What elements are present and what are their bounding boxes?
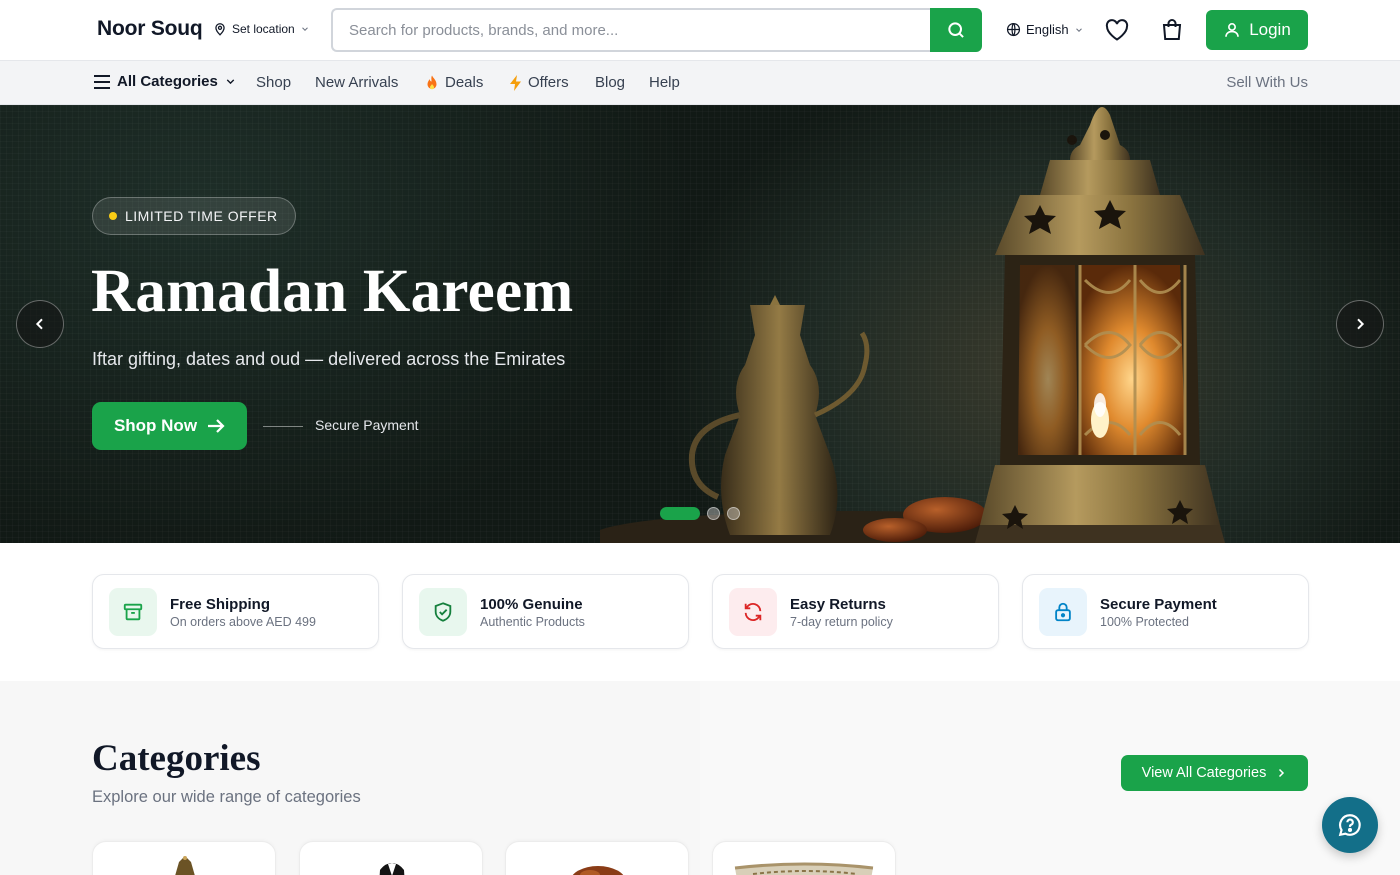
categories-title: Categories	[92, 738, 261, 779]
hero-divider	[263, 426, 303, 427]
nav-help[interactable]: Help	[649, 74, 680, 91]
dates-thumbnail	[572, 866, 624, 875]
globe-icon	[1006, 22, 1021, 37]
abaya-thumbnail	[379, 863, 405, 875]
map-pin-icon	[215, 23, 225, 36]
lock-icon	[1055, 602, 1071, 622]
lightning-icon	[510, 74, 521, 91]
shop-now-button[interactable]: Shop Now	[92, 402, 247, 450]
arrow-right-icon	[208, 419, 225, 433]
feature-icon-wrap	[729, 588, 777, 636]
nav-shop[interactable]: Shop	[256, 74, 291, 91]
hamburger-menu-icon	[94, 74, 110, 89]
features-strip: Free Shipping On orders above AED 499 10…	[0, 543, 1400, 681]
feature-icon-wrap	[109, 588, 157, 636]
category-card-lanterns[interactable]	[92, 841, 276, 875]
all-categories-menu[interactable]: All Categories	[93, 73, 237, 90]
category-card-cushions[interactable]	[712, 841, 896, 875]
view-all-label: View All Categories	[1141, 765, 1267, 781]
chat-support-button[interactable]	[1322, 797, 1378, 853]
lantern-illustration	[600, 107, 1225, 543]
category-card-abayas[interactable]	[299, 841, 483, 875]
nav-deals-label: Deals	[445, 74, 484, 91]
main-nav: All Categories Shop New Arrivals Deals O…	[0, 61, 1400, 105]
chevron-right-icon	[1357, 318, 1365, 330]
chevron-down-icon	[226, 79, 235, 85]
search-input[interactable]	[331, 8, 930, 52]
feature-subtitle: Authentic Products	[480, 615, 585, 629]
login-label: Login	[1249, 20, 1291, 39]
hero-banner: LIMITED TIME OFFER Ramadan Kareem Iftar …	[0, 105, 1400, 543]
carousel-dots	[660, 507, 740, 520]
language-label: English	[1026, 22, 1069, 37]
feature-secure-payment: Secure Payment 100% Protected	[1022, 574, 1309, 649]
carousel-dot-1[interactable]	[660, 507, 700, 520]
badge-label: LIMITED TIME OFFER	[125, 208, 278, 224]
carousel-dot-3[interactable]	[727, 507, 740, 520]
login-button[interactable]: Login	[1206, 10, 1308, 50]
shopping-bag-icon	[1162, 19, 1182, 40]
top-header: Noor Souq Set location English Login	[0, 0, 1400, 61]
feature-title: Free Shipping	[170, 596, 271, 613]
chevron-left-icon	[35, 318, 43, 330]
chevron-down-icon	[301, 27, 308, 31]
cushion-thumbnail	[734, 862, 874, 875]
hero-subtitle: Iftar gifting, dates and oud — delivered…	[92, 349, 566, 369]
wishlist-button[interactable]	[1105, 19, 1129, 41]
category-card-dates[interactable]	[505, 841, 689, 875]
chevron-down-icon	[1075, 27, 1082, 32]
language-selector[interactable]: English	[1006, 22, 1084, 37]
feature-genuine: 100% Genuine Authentic Products	[402, 574, 689, 649]
location-label: Set location	[232, 22, 295, 36]
hero-secure-label: Secure Payment	[315, 417, 419, 433]
nav-blog[interactable]: Blog	[595, 74, 625, 91]
set-location-button[interactable]: Set location	[213, 22, 310, 36]
all-categories-label: All Categories	[117, 73, 218, 90]
categories-section: Categories Explore our wide range of cat…	[0, 681, 1400, 875]
heart-icon	[1105, 19, 1129, 41]
feature-subtitle: On orders above AED 499	[170, 615, 316, 629]
limited-offer-badge: LIMITED TIME OFFER	[92, 197, 296, 235]
carousel-next-button[interactable]	[1336, 300, 1384, 348]
shop-now-label: Shop Now	[113, 416, 198, 435]
feature-title: 100% Genuine	[480, 596, 583, 613]
nav-offers[interactable]: Offers	[509, 74, 569, 91]
nav-offers-label: Offers	[528, 74, 569, 91]
chat-help-icon	[1338, 814, 1361, 837]
search-icon	[948, 22, 964, 38]
carousel-prev-button[interactable]	[16, 300, 64, 348]
categories-subtitle: Explore our wide range of categories	[92, 788, 361, 806]
nav-new-arrivals[interactable]: New Arrivals	[315, 74, 398, 91]
box-icon	[123, 603, 143, 621]
feature-title: Secure Payment	[1100, 596, 1217, 613]
feature-icon-wrap	[1039, 588, 1087, 636]
nav-deals[interactable]: Deals	[425, 74, 483, 91]
feature-subtitle: 100% Protected	[1100, 615, 1189, 629]
user-icon	[1225, 23, 1240, 37]
site-logo[interactable]: Noor Souq	[97, 17, 203, 41]
carousel-dot-2[interactable]	[707, 507, 720, 520]
shield-check-icon	[434, 602, 452, 622]
fire-icon	[427, 75, 437, 89]
view-all-categories-button[interactable]: View All Categories	[1121, 755, 1308, 791]
hero-title: Ramadan Kareem	[91, 258, 574, 325]
feature-icon-wrap	[419, 588, 467, 636]
badge-dot	[109, 212, 117, 220]
refresh-icon	[744, 603, 762, 621]
feature-title: Easy Returns	[790, 596, 886, 613]
feature-easy-returns: Easy Returns 7-day return policy	[712, 574, 999, 649]
search-button[interactable]	[930, 8, 982, 52]
chevron-right-icon	[1279, 768, 1285, 778]
sell-with-us-link[interactable]: Sell With Us	[1226, 74, 1308, 91]
lantern-thumbnail	[175, 856, 195, 875]
feature-free-shipping: Free Shipping On orders above AED 499	[92, 574, 379, 649]
cart-button[interactable]	[1160, 18, 1184, 42]
feature-subtitle: 7-day return policy	[790, 615, 893, 629]
